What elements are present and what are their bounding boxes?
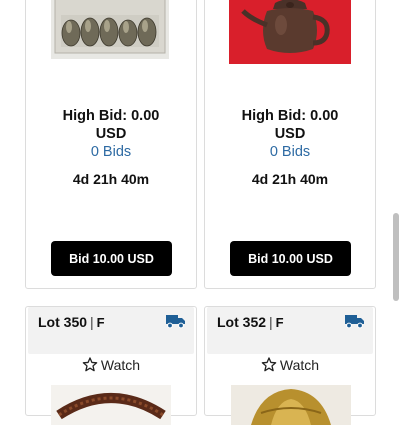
- high-bid-currency: USD: [95, 126, 127, 142]
- bid-info: High Bid: 0.00 USD 0 Bids 4d 21h 40m: [26, 107, 196, 188]
- lot-title[interactable]: Lot 350 | F: [38, 314, 105, 330]
- watch-label: Watch: [279, 357, 320, 373]
- lot-flag: F: [96, 315, 105, 330]
- lot-flag: F: [275, 315, 284, 330]
- time-left: 4d 21h 40m: [72, 171, 150, 187]
- high-bid-label: High Bid: 0.00: [62, 108, 160, 124]
- lot-card: High Bid: 0.00 USD 0 Bids 4d 21h 40m Bid…: [204, 0, 376, 289]
- lot-image[interactable]: [229, 0, 351, 64]
- time-left: 4d 21h 40m: [251, 171, 329, 187]
- lot-image[interactable]: [51, 385, 171, 425]
- watch-button[interactable]: Watch: [205, 357, 375, 373]
- bid-button[interactable]: Bid 10.00 USD: [51, 241, 172, 276]
- watch-label: Watch: [100, 357, 141, 373]
- high-bid-label: High Bid: 0.00: [241, 108, 339, 124]
- lot-header: Lot 352 | F: [207, 307, 373, 354]
- lot-image[interactable]: [51, 0, 169, 59]
- lot-separator: |: [269, 314, 273, 330]
- lot-title[interactable]: Lot 352 | F: [217, 314, 284, 330]
- lot-number: Lot 352: [217, 314, 267, 330]
- bids-count-link[interactable]: 0 Bids: [205, 143, 375, 161]
- truck-icon: [166, 313, 186, 329]
- star-outline-icon: [261, 357, 277, 372]
- lot-image[interactable]: [231, 385, 351, 425]
- star-outline-icon: [82, 357, 98, 372]
- bid-button[interactable]: Bid 10.00 USD: [230, 241, 351, 276]
- lot-separator: |: [90, 314, 94, 330]
- high-bid-currency: USD: [274, 126, 306, 142]
- bids-count-link[interactable]: 0 Bids: [26, 143, 196, 161]
- lot-card: High Bid: 0.00 USD 0 Bids 4d 21h 40m Bid…: [25, 0, 197, 289]
- watch-button[interactable]: Watch: [26, 357, 196, 373]
- scrollbar[interactable]: [393, 213, 399, 301]
- lot-header: Lot 350 | F: [28, 307, 194, 354]
- lot-number: Lot 350: [38, 314, 88, 330]
- truck-icon: [345, 313, 365, 329]
- bid-info: High Bid: 0.00 USD 0 Bids 4d 21h 40m: [205, 107, 375, 188]
